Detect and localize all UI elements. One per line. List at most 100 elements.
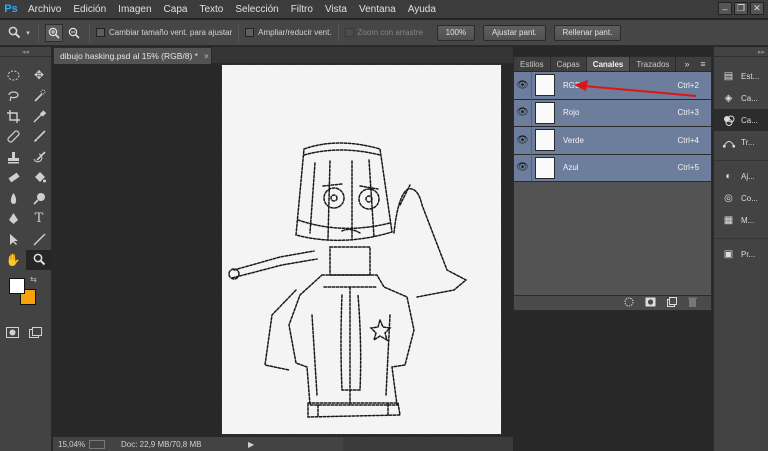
menu-ventana[interactable]: Ventana <box>353 0 402 19</box>
eyedropper-tool-icon[interactable] <box>26 106 52 127</box>
line-tool-icon[interactable] <box>26 229 52 250</box>
eraser-tool-icon[interactable] <box>0 168 26 189</box>
swap-colors-icon[interactable]: ⇆ <box>30 275 37 284</box>
clone-stamp-tool-icon[interactable] <box>0 147 26 168</box>
blur-tool-icon[interactable] <box>0 188 26 209</box>
marquee-tool-icon[interactable] <box>0 65 26 86</box>
divider <box>38 23 39 42</box>
lasso-tool-icon[interactable] <box>0 86 26 107</box>
channel-name: Rojo <box>563 108 580 118</box>
close-button[interactable]: ✕ <box>750 2 764 15</box>
dock-item-layers[interactable]: ◈ Ca... <box>714 87 768 109</box>
dock-item-adjustments[interactable]: ◐ Aj... <box>714 165 768 187</box>
channel-row-azul[interactable]: 👁 Azul Ctrl+5 <box>514 154 711 182</box>
menu-capa[interactable]: Capa <box>158 0 194 19</box>
screen-mode-icon[interactable] <box>29 322 42 343</box>
move-tool-icon[interactable]: ✥ <box>26 65 52 86</box>
zoom-level[interactable]: 15,04% <box>53 440 85 449</box>
dock-item-label: Co... <box>741 193 758 203</box>
checkbox-box[interactable] <box>245 28 255 37</box>
restore-button[interactable]: ❐ <box>734 2 748 15</box>
path-selection-tool-icon[interactable] <box>0 229 26 250</box>
document-tab-title: dibujo hasking.psd al 15% (RGB/8) * <box>60 51 198 61</box>
zoom-100-button[interactable]: 100% <box>436 24 475 41</box>
resize-windows-checkbox[interactable]: Cambiar tamaño vent. para ajustar <box>96 28 232 37</box>
zoom-in-button[interactable] <box>45 23 63 42</box>
channel-row-rojo[interactable]: 👁 Rojo Ctrl+3 <box>514 99 711 127</box>
menu-edicion[interactable]: Edición <box>67 0 112 19</box>
visibility-eye-icon[interactable]: 👁 <box>514 99 532 127</box>
channel-row-rgb[interactable]: 👁 RGB Ctrl+2 <box>514 71 711 100</box>
tool-preset-picker[interactable]: ▾ <box>0 25 32 41</box>
channel-thumbnail <box>535 156 555 179</box>
menu-filtro[interactable]: Filtro <box>285 0 319 19</box>
delete-channel-icon[interactable] <box>688 297 697 309</box>
foreground-color-swatch[interactable] <box>9 278 25 294</box>
tab-capas[interactable]: Capas <box>551 57 587 71</box>
document-canvas[interactable] <box>221 64 502 435</box>
zoom-out-icon <box>68 27 80 39</box>
dock-item-presets[interactable]: ▣ Pr... <box>714 243 768 265</box>
hand-tool-icon[interactable]: ✋ <box>0 250 26 271</box>
type-tool-icon[interactable]: T <box>26 209 52 230</box>
spot-healing-tool-icon[interactable] <box>0 127 26 148</box>
dock-grip[interactable]: ▸▸ <box>714 47 768 57</box>
menu-seleccion[interactable]: Selección <box>229 0 284 19</box>
new-channel-icon[interactable] <box>667 297 677 309</box>
dock-item-properties[interactable]: ▤ Est... <box>714 65 768 87</box>
dodge-tool-icon[interactable] <box>26 188 52 209</box>
load-channel-selection-icon[interactable] <box>624 297 634 309</box>
fit-screen-button[interactable]: Ajustar pant. <box>482 24 546 41</box>
close-document-icon[interactable]: × <box>204 51 209 61</box>
menu-ayuda[interactable]: Ayuda <box>402 0 442 19</box>
color-swatches: ⇆ <box>0 274 51 322</box>
dock-item-paths[interactable]: Tr... <box>714 131 768 153</box>
visibility-eye-icon[interactable]: 👁 <box>514 154 532 182</box>
dock-item-channels[interactable]: Ca... <box>714 109 768 131</box>
save-selection-icon[interactable] <box>645 297 656 309</box>
document-tab[interactable]: dibujo hasking.psd al 15% (RGB/8) * × <box>53 47 212 64</box>
channel-thumbnail <box>535 129 555 152</box>
horizontal-scrollbar[interactable] <box>343 437 513 451</box>
channel-thumbnail <box>535 74 555 97</box>
visibility-eye-icon[interactable]: 👁 <box>514 126 532 154</box>
scrubby-zoom-checkbox[interactable]: Zoom con arrastre <box>344 28 423 37</box>
brush-tool-icon[interactable] <box>26 127 52 148</box>
tab-canales[interactable]: Canales <box>586 57 631 71</box>
swatches-icon: ▦ <box>723 214 734 226</box>
paint-bucket-tool-icon[interactable] <box>26 168 52 189</box>
mode-row <box>0 322 51 343</box>
minimize-button[interactable]: – <box>718 2 732 15</box>
channel-row-verde[interactable]: 👁 Verde Ctrl+4 <box>514 126 711 155</box>
crop-tool-icon[interactable] <box>0 106 26 127</box>
quick-selection-tool-icon[interactable] <box>26 86 52 107</box>
quick-mask-icon[interactable] <box>6 322 19 343</box>
status-menu-arrow[interactable]: ▶ <box>248 440 254 449</box>
checkbox-box[interactable] <box>96 28 105 37</box>
collapse-panel-icon[interactable]: » <box>679 57 695 71</box>
zoom-all-windows-label: Ampliar/reducir vent. <box>258 28 332 37</box>
visibility-eye-icon[interactable]: 👁 <box>514 71 532 99</box>
menu-vista[interactable]: Vista <box>319 0 353 19</box>
history-brush-tool-icon[interactable] <box>26 147 52 168</box>
menu-texto[interactable]: Texto <box>193 0 229 19</box>
zoom-all-windows-checkbox[interactable]: Ampliar/reducir vent. <box>245 28 332 37</box>
zoom-out-button[interactable] <box>65 24 83 42</box>
panel-menu-icon[interactable]: ≡ <box>695 57 711 71</box>
zoom-tool-icon[interactable] <box>26 249 52 270</box>
checkbox-box[interactable] <box>344 28 354 37</box>
dock-item-color[interactable]: ◎ Co... <box>714 187 768 209</box>
dock-item-swatches[interactable]: ▦ M... <box>714 209 768 231</box>
tab-estilos[interactable]: Estilos <box>514 57 551 71</box>
status-bar: 15,04% Doc: 22,9 MB/70,8 MB ▶ <box>53 436 513 451</box>
pen-tool-icon[interactable] <box>0 209 26 230</box>
zoom-tool-icon <box>6 25 22 41</box>
divider <box>337 23 339 42</box>
dock-item-label: Est... <box>741 71 760 81</box>
fill-screen-button[interactable]: Rellenar pant. <box>553 24 621 41</box>
toolbar-grip[interactable]: ◂◂ <box>0 47 51 57</box>
tab-trazados[interactable]: Trazados <box>630 57 677 71</box>
dock-item-label: M... <box>741 215 755 225</box>
menu-archivo[interactable]: Archivo <box>22 0 67 19</box>
menu-imagen[interactable]: Imagen <box>112 0 157 19</box>
